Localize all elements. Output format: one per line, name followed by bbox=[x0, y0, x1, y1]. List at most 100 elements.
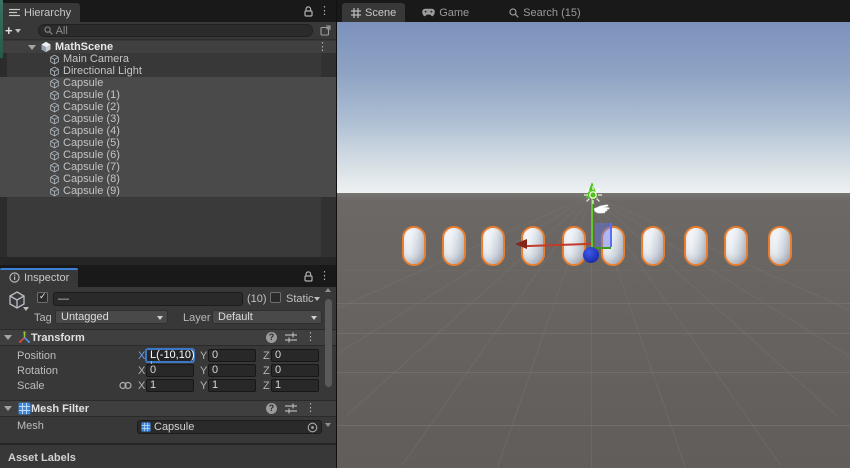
hierarchy-item-capsule-5[interactable]: Capsule (5) bbox=[0, 137, 336, 149]
inspector-menu-icon[interactable]: ⋮ bbox=[319, 271, 330, 282]
gameobject-cube-icon bbox=[49, 54, 60, 65]
transform-header[interactable]: Transform ? ⋮ bbox=[0, 329, 336, 346]
gizmo-xy-plane-handle[interactable] bbox=[595, 223, 612, 247]
rotation-x-field[interactable]: 0 bbox=[146, 364, 194, 377]
gameobject-cube-icon bbox=[49, 78, 60, 89]
item-label: Capsule (1) bbox=[63, 89, 120, 101]
hierarchy-item-capsule-9[interactable]: Capsule (9) bbox=[0, 185, 336, 197]
create-object-button[interactable]: + bbox=[5, 24, 21, 37]
axis-label-y[interactable]: Y bbox=[200, 380, 207, 392]
rotation-z-field[interactable]: 0 bbox=[271, 364, 319, 377]
scale-z-field[interactable]: 1 bbox=[271, 379, 319, 392]
tab-game[interactable]: Game bbox=[413, 3, 478, 22]
mesh-filter-icon bbox=[18, 402, 31, 415]
gameobject-cube-icon bbox=[49, 162, 60, 173]
scene-capsule-1[interactable] bbox=[442, 226, 466, 266]
component-menu-icon[interactable]: ⋮ bbox=[305, 403, 316, 414]
scroll-down-icon[interactable] bbox=[325, 423, 331, 427]
hierarchy-item-capsule-2[interactable]: Capsule (2) bbox=[0, 101, 336, 113]
scroll-up-icon[interactable] bbox=[325, 288, 331, 292]
presets-icon[interactable] bbox=[285, 332, 297, 343]
lock-icon[interactable] bbox=[304, 271, 313, 282]
scene-capsule-4[interactable] bbox=[562, 226, 586, 266]
hierarchy-item-capsule-7[interactable]: Capsule (7) bbox=[0, 161, 336, 173]
lock-icon[interactable] bbox=[304, 6, 313, 17]
tab-search[interactable]: Search (15) bbox=[500, 3, 589, 22]
scene-capsule-2[interactable] bbox=[481, 226, 505, 266]
scene-capsule-6[interactable] bbox=[641, 226, 665, 266]
open-search-window-icon[interactable] bbox=[320, 25, 331, 36]
axis-label-y[interactable]: Y bbox=[200, 350, 207, 362]
hierarchy-item-capsule-6[interactable]: Capsule (6) bbox=[0, 149, 336, 161]
tab-hierarchy[interactable]: Hierarchy bbox=[0, 3, 80, 22]
gizmo-z-handle[interactable] bbox=[583, 247, 599, 263]
axis-label-x[interactable]: X bbox=[138, 350, 145, 362]
component-menu-icon[interactable]: ⋮ bbox=[305, 332, 316, 343]
layer-label: Layer bbox=[183, 312, 211, 324]
hierarchy-item-capsule[interactable]: Capsule bbox=[0, 77, 336, 89]
scene-grid-icon bbox=[351, 8, 361, 18]
tag-dropdown[interactable]: Untagged bbox=[55, 310, 168, 324]
static-flags-caret[interactable] bbox=[314, 297, 320, 301]
hierarchy-item-capsule-4[interactable]: Capsule (4) bbox=[0, 125, 336, 137]
layer-dropdown[interactable]: Default bbox=[212, 310, 322, 324]
grid-line bbox=[337, 270, 850, 271]
inspector-tabbar: Inspector ⋮ bbox=[0, 265, 336, 287]
rotation-y-field[interactable]: 0 bbox=[208, 364, 256, 377]
tab-scene[interactable]: Scene bbox=[342, 3, 405, 22]
hierarchy-search-input[interactable]: All bbox=[38, 24, 313, 37]
gameobject-cube-icon bbox=[49, 66, 60, 77]
hierarchy-item-main-camera[interactable]: Main Camera bbox=[0, 53, 336, 65]
scale-y-field[interactable]: 1 bbox=[208, 379, 256, 392]
position-z-field[interactable]: 0 bbox=[271, 349, 319, 362]
hierarchy-scene-row[interactable]: MathScene⋮ bbox=[0, 41, 336, 53]
asset-labels-bar: Asset Labels bbox=[0, 443, 336, 468]
scene-capsule-7[interactable] bbox=[684, 226, 708, 266]
tab-scene-label: Scene bbox=[365, 7, 396, 19]
name-field[interactable]: — bbox=[53, 292, 243, 306]
hierarchy-item-capsule-3[interactable]: Capsule (3) bbox=[0, 113, 336, 125]
axis-label-x[interactable]: X bbox=[138, 365, 145, 377]
panel-splitter[interactable] bbox=[0, 257, 336, 265]
foldout-icon[interactable] bbox=[28, 45, 36, 50]
hierarchy-menu-icon[interactable]: ⋮ bbox=[319, 6, 330, 17]
inspector-scrollbar[interactable] bbox=[323, 287, 334, 443]
scene-tabbar: Scene Game Search (15) bbox=[337, 0, 850, 22]
foldout-icon[interactable] bbox=[4, 406, 12, 411]
scrollbar-thumb[interactable] bbox=[325, 299, 332, 387]
scene-capsule-8[interactable] bbox=[724, 226, 748, 266]
help-icon[interactable]: ? bbox=[266, 332, 277, 343]
hierarchy-item-capsule-1[interactable]: Capsule (1) bbox=[0, 89, 336, 101]
scene-capsule-9[interactable] bbox=[768, 226, 792, 266]
game-controller-icon bbox=[422, 8, 435, 17]
hierarchy-item-capsule-8[interactable]: Capsule (8) bbox=[0, 173, 336, 185]
grid-line bbox=[337, 425, 850, 426]
scene-viewport[interactable] bbox=[337, 22, 850, 468]
help-icon[interactable]: ? bbox=[266, 403, 277, 414]
position-x-field[interactable]: L(-10,10) bbox=[146, 349, 194, 362]
object-picker-icon[interactable] bbox=[307, 422, 318, 433]
position-y-field[interactable]: 0 bbox=[208, 349, 256, 362]
axis-label-x[interactable]: X bbox=[138, 380, 145, 392]
axis-label-z[interactable]: Z bbox=[263, 365, 270, 377]
link-scale-icon[interactable] bbox=[119, 381, 132, 390]
mesh-filter-header[interactable]: Mesh Filter ? ⋮ bbox=[0, 400, 336, 417]
axis-label-z[interactable]: Z bbox=[263, 350, 270, 362]
axis-label-z[interactable]: Z bbox=[263, 380, 270, 392]
scale-x-field[interactable]: 1 bbox=[146, 379, 194, 392]
mesh-row: Mesh Capsule bbox=[0, 419, 336, 435]
axis-label-y[interactable]: Y bbox=[200, 365, 207, 377]
foldout-icon[interactable] bbox=[4, 335, 12, 340]
static-checkbox[interactable] bbox=[270, 292, 281, 303]
active-checkbox[interactable] bbox=[37, 292, 48, 303]
scene-menu-icon[interactable]: ⋮ bbox=[317, 42, 328, 53]
mesh-object-field[interactable]: Capsule bbox=[137, 420, 322, 434]
hierarchy-item-directional-light[interactable]: Directional Light bbox=[0, 65, 336, 77]
tab-game-label: Game bbox=[439, 7, 469, 19]
scene-view-column: Scene Game Search (15) bbox=[336, 0, 850, 468]
scene-capsule-0[interactable] bbox=[402, 226, 426, 266]
item-label: Capsule (7) bbox=[63, 161, 120, 173]
tab-inspector[interactable]: Inspector bbox=[0, 268, 78, 287]
gizmo-x-arrowhead[interactable] bbox=[515, 239, 527, 249]
presets-icon[interactable] bbox=[285, 403, 297, 414]
